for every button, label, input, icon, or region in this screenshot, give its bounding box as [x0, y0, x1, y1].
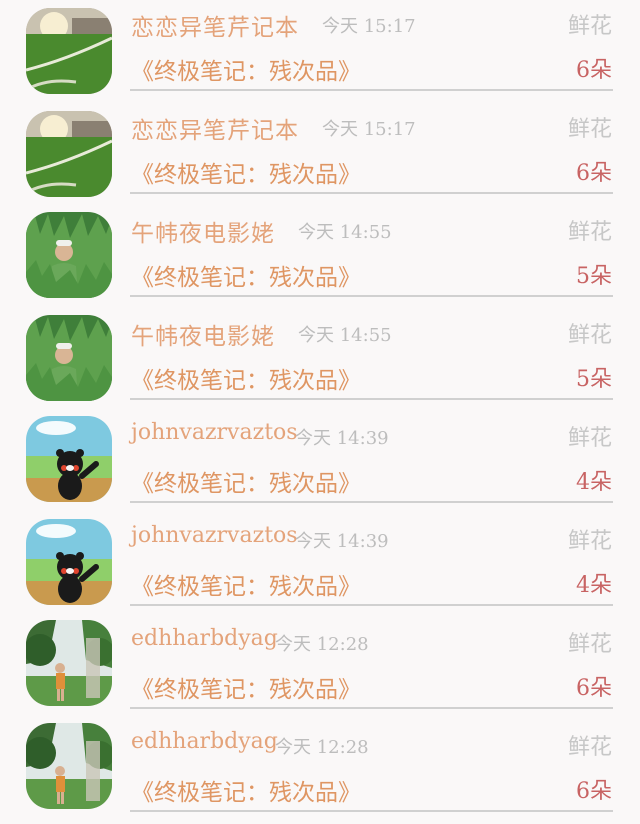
sender-name[interactable]: johnvazrvaztos: [131, 523, 298, 548]
timestamp: 今天 14:55: [298, 325, 392, 346]
row-divider: [130, 707, 613, 709]
timestamp: 今天 15:17: [322, 16, 416, 37]
field-goal-icon: [26, 111, 112, 197]
gift-type-label: 鲜花: [567, 632, 612, 657]
row-divider: [130, 398, 613, 400]
gift-type-label: 鲜花: [567, 323, 612, 348]
kumamon-icon: [26, 416, 112, 502]
gift-type-label: 鲜花: [567, 14, 612, 39]
book-title[interactable]: 《终极笔记：残次品》: [131, 670, 361, 704]
forest-girl-icon: [26, 620, 112, 706]
gift-record-row[interactable]: edhharbdyag 今天 12:28 鲜花 《终极笔记：残次品》 6朵: [0, 618, 640, 721]
sender-name[interactable]: edhharbdyag: [131, 729, 278, 754]
timestamp: 今天 14:39: [295, 428, 389, 449]
sender-name[interactable]: johnvazrvaztos: [131, 420, 298, 445]
avatar[interactable]: [26, 620, 112, 706]
row-divider: [130, 604, 613, 606]
sender-name[interactable]: 恋恋异笔芹记本: [131, 111, 299, 145]
gift-type-label: 鲜花: [567, 220, 612, 245]
gift-type-label: 鲜花: [567, 426, 612, 451]
sender-name[interactable]: 午帏夜电影姥: [131, 317, 275, 351]
gift-record-row[interactable]: johnvazrvaztos 今天 14:39 鲜花 《终极笔记：残次品》 4朵: [0, 412, 640, 515]
book-title[interactable]: 《终极笔记：残次品》: [131, 155, 361, 189]
row-divider: [130, 501, 613, 503]
avatar[interactable]: [26, 212, 112, 298]
book-title[interactable]: 《终极笔记：残次品》: [131, 258, 361, 292]
gift-record-row[interactable]: johnvazrvaztos 今天 14:39 鲜花 《终极笔记：残次品》 4朵: [0, 515, 640, 618]
gift-count: 4朵: [576, 573, 612, 598]
gift-count: 6朵: [576, 58, 612, 83]
gift-count: 6朵: [576, 161, 612, 186]
book-title[interactable]: 《终极笔记：残次品》: [131, 464, 361, 498]
book-title[interactable]: 《终极笔记：残次品》: [131, 361, 361, 395]
gift-record-row[interactable]: 恋恋异笔芹记本 今天 15:17 鲜花 《终极笔记：残次品》 6朵: [0, 103, 640, 206]
row-divider: [130, 89, 613, 91]
avatar[interactable]: [26, 416, 112, 502]
avatar[interactable]: [26, 315, 112, 401]
field-goal-icon: [26, 8, 112, 94]
book-title[interactable]: 《终极笔记：残次品》: [131, 52, 361, 86]
timestamp: 今天 14:39: [295, 531, 389, 552]
sender-name[interactable]: edhharbdyag: [131, 626, 278, 651]
book-title[interactable]: 《终极笔记：残次品》: [131, 567, 361, 601]
gift-type-label: 鲜花: [567, 735, 612, 760]
grass-person-icon: [26, 212, 112, 298]
timestamp: 今天 12:28: [275, 634, 369, 655]
sender-name[interactable]: 午帏夜电影姥: [131, 214, 275, 248]
gift-record-row[interactable]: 恋恋异笔芹记本 今天 15:17 鲜花 《终极笔记：残次品》 6朵: [0, 0, 640, 103]
timestamp: 今天 14:55: [298, 222, 392, 243]
row-divider: [130, 295, 613, 297]
avatar[interactable]: [26, 111, 112, 197]
sender-name[interactable]: 恋恋异笔芹记本: [131, 8, 299, 42]
gift-record-row[interactable]: edhharbdyag 今天 12:28 鲜花 《终极笔记：残次品》 6朵: [0, 721, 640, 824]
row-divider: [130, 810, 613, 812]
gift-record-row[interactable]: 午帏夜电影姥 今天 14:55 鲜花 《终极笔记：残次品》 5朵: [0, 309, 640, 412]
timestamp: 今天 12:28: [275, 737, 369, 758]
timestamp: 今天 15:17: [322, 119, 416, 140]
row-divider: [130, 192, 613, 194]
gift-type-label: 鲜花: [567, 529, 612, 554]
gift-count: 6朵: [576, 676, 612, 701]
avatar[interactable]: [26, 519, 112, 605]
gift-record-list: 恋恋异笔芹记本 今天 15:17 鲜花 《终极笔记：残次品》 6朵 恋恋异笔芹记…: [0, 0, 640, 812]
gift-count: 6朵: [576, 779, 612, 804]
book-title[interactable]: 《终极笔记：残次品》: [131, 773, 361, 807]
gift-count: 5朵: [576, 367, 612, 392]
grass-person-icon: [26, 315, 112, 401]
avatar[interactable]: [26, 723, 112, 809]
avatar[interactable]: [26, 8, 112, 94]
kumamon-icon: [26, 519, 112, 605]
gift-type-label: 鲜花: [567, 117, 612, 142]
gift-count: 4朵: [576, 470, 612, 495]
forest-girl-icon: [26, 723, 112, 809]
gift-record-row[interactable]: 午帏夜电影姥 今天 14:55 鲜花 《终极笔记：残次品》 5朵: [0, 206, 640, 309]
gift-count: 5朵: [576, 264, 612, 289]
